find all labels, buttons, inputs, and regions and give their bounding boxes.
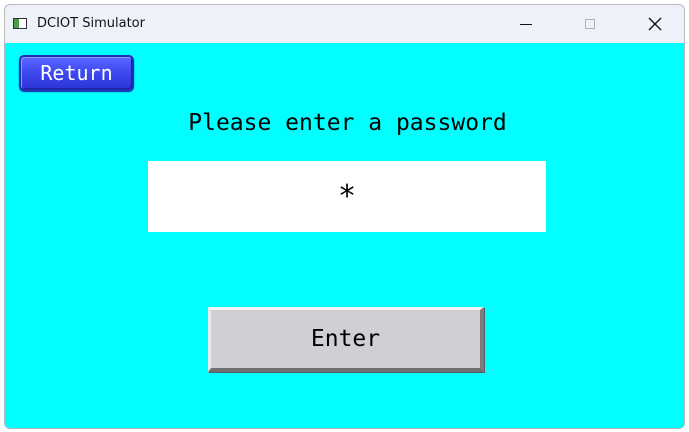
password-screen: Return Please enter a password * Enter	[5, 43, 684, 428]
maximize-button[interactable]	[567, 5, 613, 43]
password-input[interactable]: *	[148, 161, 546, 232]
close-icon	[648, 17, 662, 31]
password-prompt: Please enter a password	[188, 110, 507, 136]
title-bar[interactable]: DCIOT Simulator	[5, 5, 684, 43]
close-button[interactable]	[632, 5, 678, 43]
minimize-button[interactable]	[503, 5, 549, 43]
app-icon	[13, 18, 27, 29]
app-window: DCIOT Simulator Return Please enter a pa…	[4, 4, 685, 429]
enter-button[interactable]: Enter	[208, 307, 484, 372]
maximize-icon	[585, 19, 595, 29]
minimize-icon	[520, 23, 532, 25]
return-button[interactable]: Return	[19, 55, 134, 91]
window-title: DCIOT Simulator	[37, 16, 145, 31]
